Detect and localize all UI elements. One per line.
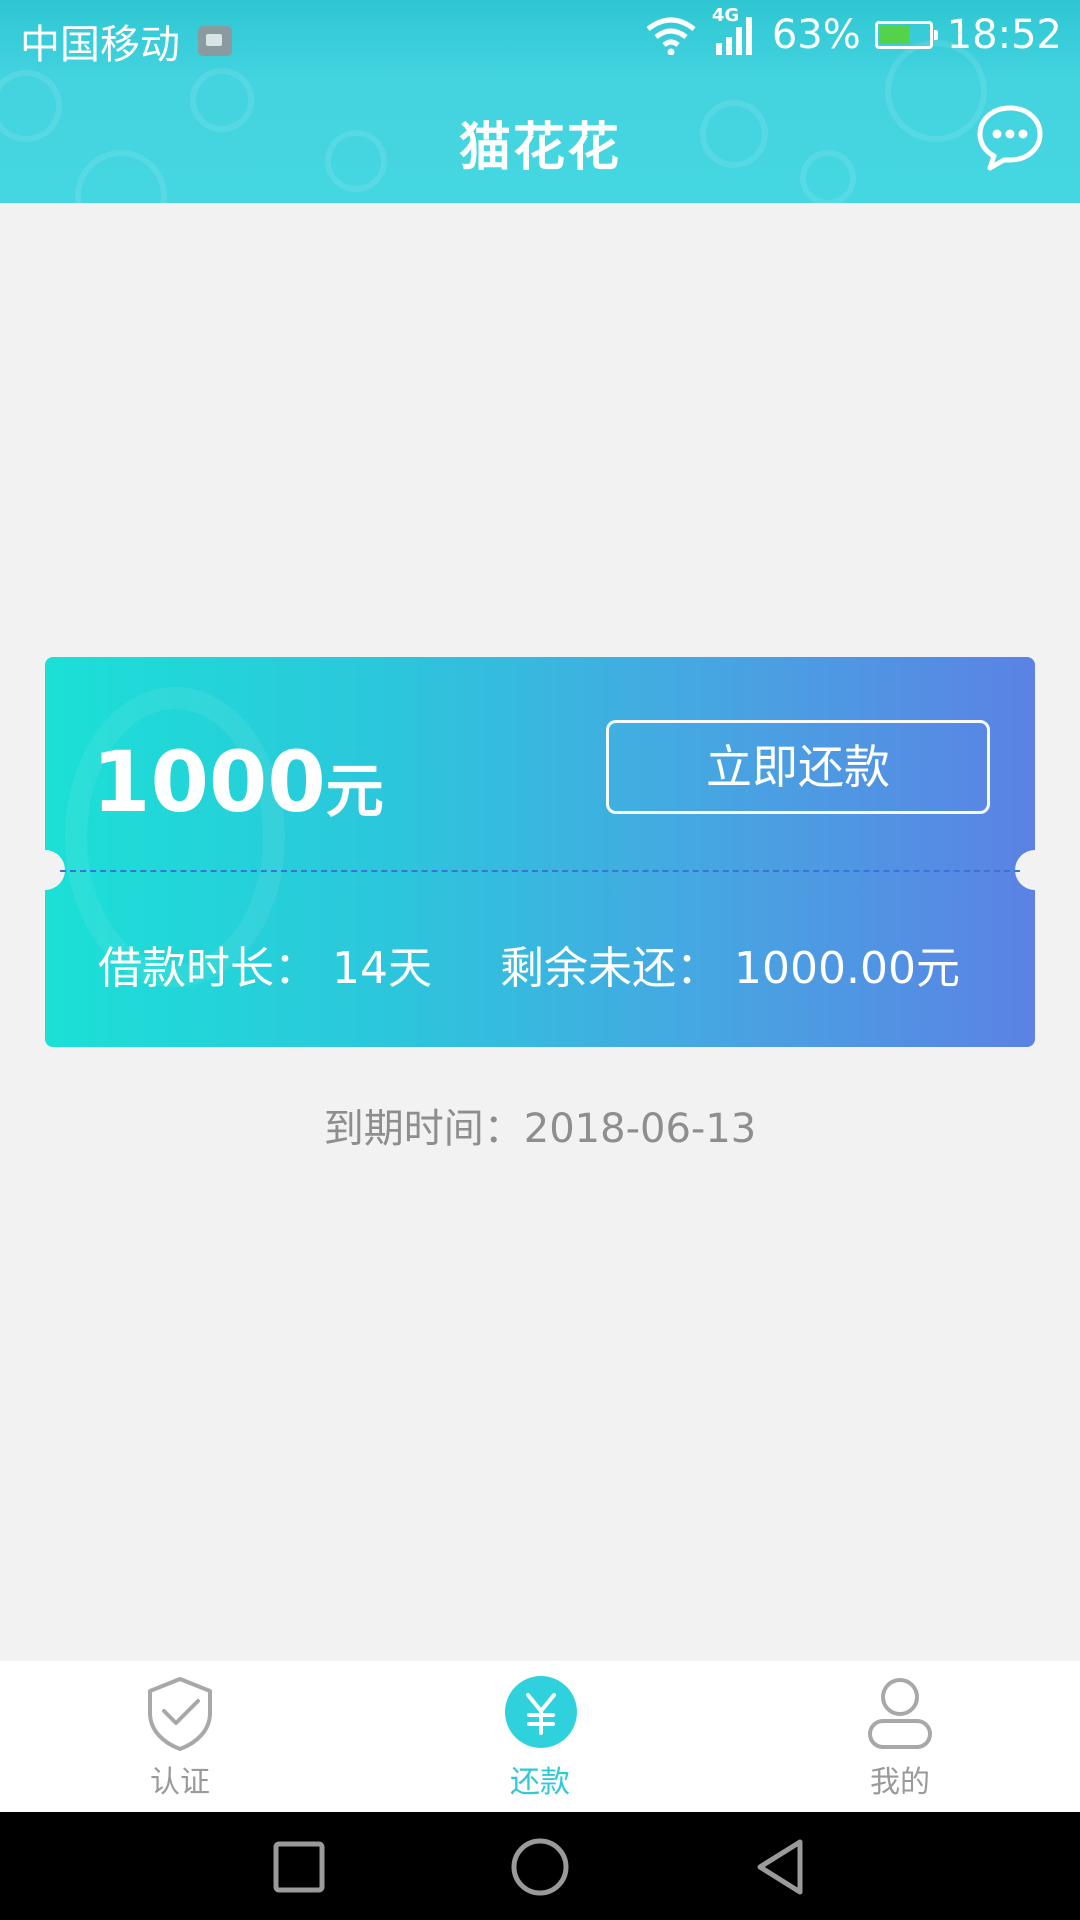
tab-verify-label: 认证 [150, 1765, 210, 1800]
remaining-label: 剩余未还： [500, 943, 720, 994]
loan-duration: 借款时长： 14天 [98, 932, 432, 996]
wifi-icon [646, 17, 696, 55]
yuan-icon [505, 1676, 577, 1748]
tab-mine[interactable]: 我的 [800, 1661, 1000, 1812]
due-label: 到期时间： [323, 1106, 524, 1152]
card-notch-right [1015, 850, 1055, 890]
loan-amount: 1000元 [92, 733, 384, 831]
amount-value: 1000 [92, 733, 326, 831]
image-notification-icon [198, 26, 232, 56]
tab-mine-label: 我的 [870, 1765, 930, 1800]
tab-repay-label: 还款 [510, 1765, 570, 1800]
back-icon[interactable] [752, 1836, 808, 1896]
card-divider [60, 870, 1020, 872]
repay-now-button[interactable]: 立即还款 [606, 720, 990, 814]
carrier-label: 中国移动 [20, 22, 180, 68]
battery-icon [874, 21, 938, 49]
remaining-balance: 剩余未还： 1000.00元 [500, 932, 960, 996]
recent-apps-icon[interactable] [272, 1836, 326, 1896]
shield-check-icon [148, 1677, 212, 1751]
remaining-value: 1000.00元 [734, 943, 960, 994]
chat-bubble-icon[interactable] [974, 102, 1046, 174]
status-bar: 中国移动 4G 63% 18:52 [0, 0, 1080, 72]
amount-unit: 元 [325, 757, 384, 825]
clock: 18:52 [946, 12, 1062, 58]
system-nav-bar [0, 1812, 1080, 1920]
tab-verify[interactable]: 认证 [80, 1661, 280, 1812]
due-date: 到期时间：2018-06-13 [0, 1096, 1080, 1154]
page-title: 猫花花 [458, 118, 621, 178]
app-header: 中国移动 4G 63% 18:52 猫花花 [0, 0, 1080, 203]
due-value: 2018-06-13 [523, 1106, 757, 1152]
duration-label: 借款时长： [98, 943, 318, 994]
signal-icon: 4G [712, 5, 758, 57]
tab-repay[interactable]: 还款 [440, 1661, 640, 1812]
bottom-tab-bar: 认证 还款 我的 [0, 1661, 1080, 1812]
battery-percent: 63% [771, 12, 861, 58]
card-notch-left [25, 850, 65, 890]
person-icon [868, 1678, 932, 1749]
duration-value: 14天 [332, 943, 432, 994]
home-icon[interactable] [508, 1836, 572, 1896]
